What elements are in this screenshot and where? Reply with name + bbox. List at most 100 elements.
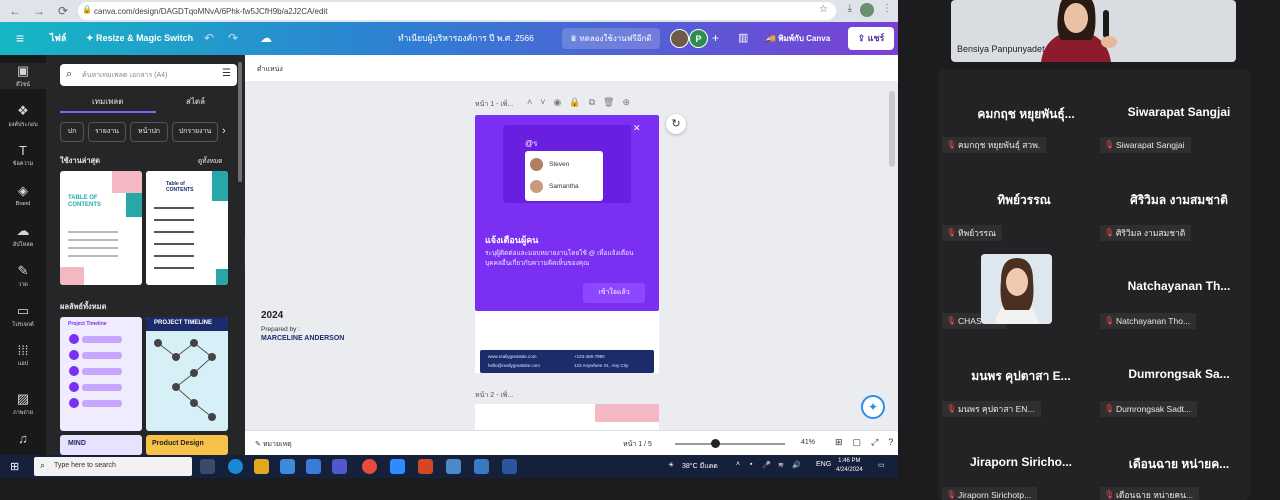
rail-projects[interactable]: ▭ โปรเจกต์ xyxy=(0,303,46,329)
page-indicator[interactable]: หน้า 1 / 5 xyxy=(623,439,652,450)
rail-design[interactable]: ▣ ดีไซน์ xyxy=(0,63,46,89)
eye-icon[interactable]: ◉ xyxy=(554,97,562,108)
got-it-button[interactable]: เข้าใจแล้ว xyxy=(583,283,645,303)
template-thumb[interactable]: Project Timeline xyxy=(60,317,142,431)
resize-button[interactable]: ✦ Resize & Magic Switch xyxy=(86,22,193,55)
lock-icon[interactable]: 🔒 xyxy=(569,97,580,108)
participant-tag[interactable]: 🎙 เดือนฉาย หน่ายคน... xyxy=(1100,487,1199,500)
template-search-input[interactable]: ⌕ ค้นหาเทมเพลต เอกสาร (A4) ☰ xyxy=(60,64,237,86)
chevron-up-icon[interactable]: ˄ xyxy=(527,97,532,108)
refresh-icon[interactable]: ↻ xyxy=(666,114,686,134)
rail-elements[interactable]: ❖ องค์ประกอบ xyxy=(0,103,46,129)
network-icon[interactable]: ▪ xyxy=(750,461,752,468)
reload-icon[interactable]: ⟳ xyxy=(54,2,72,20)
chip-front-page[interactable]: หน้าปก xyxy=(130,122,168,142)
template-thumb[interactable]: TABLE OF CONTENTS xyxy=(60,171,142,285)
rail-photos[interactable]: ▨ ภาพถ่าย xyxy=(0,391,46,417)
word-icon[interactable] xyxy=(502,459,517,474)
page-1-label[interactable]: หน้า 1 - เพิ่... xyxy=(475,99,513,110)
participant-tag[interactable]: 🎙 มนพร คุปตาสา EN... xyxy=(942,401,1041,417)
notification-icon[interactable]: ▭ xyxy=(878,461,885,469)
powerpoint-icon[interactable] xyxy=(418,459,433,474)
chip-report-cover[interactable]: ปกรายงาน xyxy=(172,122,218,142)
help-icon[interactable]: ? xyxy=(888,437,893,448)
presenter-video[interactable]: Bensiya Panpunyadet xyxy=(951,0,1236,62)
store-icon[interactable] xyxy=(280,459,295,474)
chip-cover[interactable]: ปก xyxy=(60,122,84,142)
volume-icon[interactable]: 🔊 xyxy=(792,461,801,469)
chip-report[interactable]: รายงาน xyxy=(88,122,126,142)
user-avatar[interactable]: P xyxy=(689,29,708,48)
tab-templates[interactable]: เทมเพลต xyxy=(92,95,123,108)
address-bar[interactable]: 🔒 canva.com/design/DAGDTqoMNvA/6Phk-fw5J… xyxy=(78,2,836,20)
template-thumb[interactable]: Table of CONTENTS xyxy=(146,171,228,285)
participant-tag[interactable]: 🎙 Siwarapat Sangjai xyxy=(1100,137,1191,153)
wifi-icon[interactable]: ≋ xyxy=(778,461,784,469)
tray-chevron-icon[interactable]: ˄ xyxy=(736,461,740,468)
language-indicator[interactable]: ENG xyxy=(816,461,831,468)
participant-tag[interactable]: 🎙 คมกฤช หยุยพันธุ์ สวพ. xyxy=(942,137,1047,153)
template-thumb[interactable]: PROJECT TIMELINE xyxy=(146,317,228,431)
position-button[interactable]: ตำแหน่ง xyxy=(257,64,283,75)
taskbar-search-input[interactable]: ⌕ Type here to search xyxy=(34,457,192,476)
mail-icon[interactable] xyxy=(306,459,321,474)
tab-styles[interactable]: สไตล์ xyxy=(186,95,205,108)
trial-button[interactable]: ♛ ทดลองใช้งานฟรีอีกดี xyxy=(562,28,660,49)
trash-icon[interactable]: 🗑 xyxy=(603,97,614,108)
participant-tag[interactable]: 🎙 Jiraporn Sirichotp... xyxy=(942,487,1038,500)
menu-icon[interactable]: ≡ xyxy=(16,22,24,55)
rail-upload[interactable]: ☁ อัปโหลด xyxy=(0,223,46,249)
app-icon[interactable] xyxy=(446,459,461,474)
participant-tag[interactable]: 🎙 ศิริวิมล งามสมชาติ xyxy=(1100,225,1192,241)
print-button[interactable]: 🚚 พิมพ์กับ Canva xyxy=(760,28,836,49)
file-explorer-icon[interactable] xyxy=(254,459,269,474)
rail-audio[interactable]: ♫ xyxy=(0,431,46,446)
rail-brand[interactable]: ◈ Brand xyxy=(0,183,46,207)
menu-kebab-icon[interactable]: ⋮ xyxy=(882,3,892,17)
rail-apps[interactable]: ⁞⁞⁞ แอป xyxy=(0,343,46,368)
microphone-icon[interactable]: 🎤 xyxy=(762,461,771,469)
zoom-slider[interactable] xyxy=(675,443,785,445)
share-button[interactable]: ⇪ แชร์ xyxy=(848,27,894,50)
close-icon[interactable]: ✕ xyxy=(633,123,641,134)
duplicate-icon[interactable]: ⧉ xyxy=(589,97,595,108)
zoom-value[interactable]: 41% xyxy=(801,439,815,446)
rail-text[interactable]: T ข้อความ xyxy=(0,143,46,168)
participant-tag[interactable]: 🎙 Natchayanan Tho... xyxy=(1100,313,1197,329)
edge-icon[interactable] xyxy=(228,459,243,474)
page-count-icon[interactable]: ▢ xyxy=(853,437,862,448)
panel-scrollbar[interactable] xyxy=(238,62,242,182)
zoom-app-icon[interactable] xyxy=(390,459,405,474)
photos-app-icon[interactable] xyxy=(474,459,489,474)
task-view-icon[interactable] xyxy=(200,459,215,474)
bookmark-star-icon[interactable]: ☆ xyxy=(819,4,828,15)
back-icon[interactable]: ← xyxy=(6,2,24,20)
profile-avatar[interactable] xyxy=(860,3,874,17)
weather-icon[interactable]: ☀ xyxy=(668,461,674,469)
undo-icon[interactable]: ↶ xyxy=(204,22,214,55)
redo-icon[interactable]: ↷ xyxy=(228,22,238,55)
zoom-slider-handle[interactable] xyxy=(711,439,720,448)
add-collaborator-icon[interactable]: + xyxy=(712,22,719,55)
template-thumb[interactable]: MIND xyxy=(60,435,142,455)
collaborator-avatar[interactable] xyxy=(670,29,689,48)
filter-icon[interactable]: ☰ xyxy=(222,68,231,79)
template-thumb[interactable]: Product Design xyxy=(146,435,228,455)
weather-text[interactable]: 38°C มีแดด xyxy=(682,461,718,472)
participant-tag[interactable]: 🎙 ทิพย์วรรณ xyxy=(942,225,1002,241)
analytics-icon[interactable]: ▥ xyxy=(738,22,748,55)
forward-icon[interactable]: → xyxy=(30,2,48,20)
rail-draw[interactable]: ✎ วาด xyxy=(0,263,46,289)
notes-button[interactable]: ✎ หมายเหตุ xyxy=(255,439,292,450)
teams-icon[interactable] xyxy=(332,459,347,474)
cloud-save-icon[interactable]: ☁ xyxy=(260,22,272,55)
chrome-icon[interactable] xyxy=(362,459,377,474)
fullscreen-icon[interactable]: ⤢ xyxy=(871,437,878,448)
design-title[interactable]: ทำเนียบผู้บริหารองค์การ ปี พ.ศ. 2566 xyxy=(398,22,534,55)
page-2-label[interactable]: หน้า 2 - เพิ่... xyxy=(475,390,513,401)
add-page-icon[interactable]: ⊕ xyxy=(622,97,630,108)
canvas-scrollbar[interactable] xyxy=(889,91,895,167)
magic-assistant-icon[interactable]: ✦ xyxy=(861,395,885,419)
file-menu[interactable]: ไฟล์ xyxy=(50,22,66,55)
chevron-down-icon[interactable]: ˅ xyxy=(540,97,545,108)
